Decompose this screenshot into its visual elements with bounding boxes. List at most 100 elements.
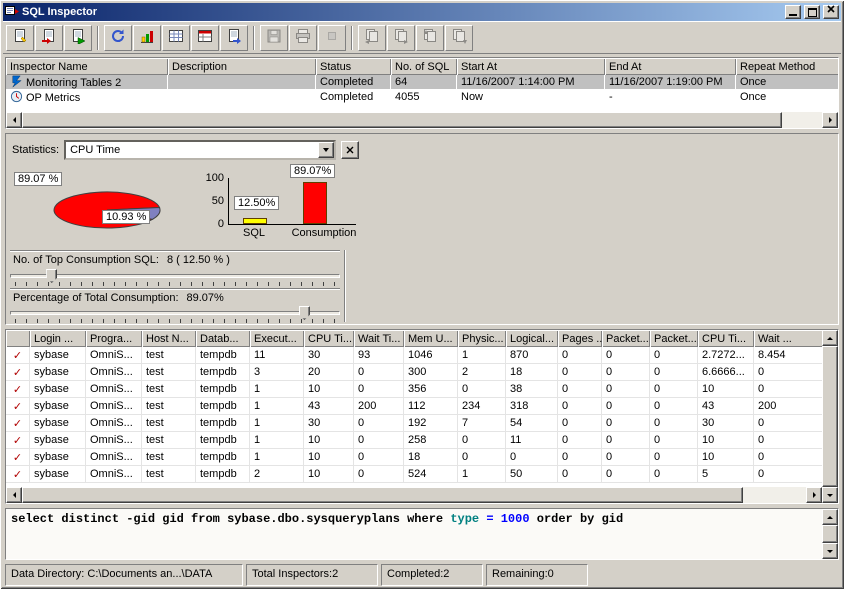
sql-text[interactable]: select distinct -gid gid from sybase.dbo…: [6, 509, 822, 559]
grid-hscrollbar[interactable]: [6, 487, 822, 503]
grid-hscrollbar-thumb[interactable]: [22, 487, 743, 503]
grid-column-0[interactable]: [6, 330, 30, 347]
minimize-button[interactable]: [785, 5, 801, 19]
grid-vscrollbar[interactable]: [822, 330, 838, 503]
inspector-column-1[interactable]: Description: [168, 58, 316, 75]
grid-column-8[interactable]: Mem U...: [404, 330, 458, 347]
grid-row[interactable]: ✓sybaseOmniS...testtempdb130019275400030…: [6, 415, 822, 432]
grid-vscrollbar-thumb[interactable]: [822, 346, 838, 487]
right-arrow-icon: [813, 492, 819, 498]
inspector-column-3[interactable]: No. of SQL: [391, 58, 457, 75]
sql-vscrollbar-down-button[interactable]: [822, 543, 838, 559]
grid-column-1[interactable]: Login ...: [30, 330, 86, 347]
grid-view-button[interactable]: [162, 25, 190, 51]
inspector-hscrollbar-left-button[interactable]: [6, 112, 22, 128]
inspector-column-5[interactable]: End At: [605, 58, 736, 75]
run-inspector-button[interactable]: [64, 25, 92, 51]
consumption-slider[interactable]: [10, 305, 340, 325]
grid-hscrollbar-left-button[interactable]: [6, 487, 22, 503]
slider-thumb[interactable]: [299, 306, 310, 320]
grid-hscrollbar-track[interactable]: [22, 487, 806, 503]
sql-vscrollbar-up-button[interactable]: [822, 509, 838, 525]
slider-groove[interactable]: [10, 274, 340, 278]
slider-thumb[interactable]: [46, 269, 57, 283]
grid-column-7[interactable]: Wait Ti...: [354, 330, 404, 347]
inspector-hscrollbar-thumb[interactable]: [22, 112, 782, 128]
doc-new-icon: [12, 28, 28, 47]
grid-vscrollbar-track[interactable]: [822, 346, 838, 487]
top-sql-slider[interactable]: [10, 268, 340, 288]
top-sql-label: No. of Top Consumption SQL:8 ( 12.50 % ): [13, 254, 230, 266]
grid-column-9[interactable]: Physic...: [458, 330, 506, 347]
grid-row[interactable]: ✓sybaseOmniS...testtempdb32003002180006.…: [6, 364, 822, 381]
stop-button[interactable]: [318, 25, 346, 51]
red-check-icon[interactable]: ✓: [6, 466, 30, 483]
inspector-column-2[interactable]: Status: [316, 58, 391, 75]
grid-column-13[interactable]: Packet...: [650, 330, 698, 347]
create-inspector-button[interactable]: [6, 25, 34, 51]
slider-groove[interactable]: [10, 311, 340, 315]
grid-vscrollbar-down-button[interactable]: [822, 487, 838, 503]
sql-result-grid: Login ...Progra...Host N...Datab...Execu…: [5, 329, 839, 504]
refresh-button[interactable]: [104, 25, 132, 51]
grid-row[interactable]: ✓sybaseOmniS...testtempdb210052415000050: [6, 466, 822, 483]
grid-hscrollbar-right-button[interactable]: [806, 487, 822, 503]
grid-column-6[interactable]: CPU Ti...: [304, 330, 354, 347]
red-check-icon[interactable]: ✓: [6, 347, 30, 364]
copy-back-button[interactable]: [358, 25, 386, 51]
red-check-icon[interactable]: ✓: [6, 449, 30, 466]
report-view-button[interactable]: [191, 25, 219, 51]
statistics-button[interactable]: [133, 25, 161, 51]
close-button[interactable]: [823, 5, 839, 19]
red-check-icon[interactable]: ✓: [6, 432, 30, 449]
stop-icon: [324, 28, 340, 47]
sql-vscrollbar-thumb[interactable]: [822, 525, 838, 543]
sql-vscrollbar[interactable]: [822, 509, 838, 559]
report-icon: [197, 28, 213, 47]
grid-column-12[interactable]: Packet...: [602, 330, 650, 347]
grid-column-3[interactable]: Host N...: [142, 330, 196, 347]
inspector-hscrollbar-right-button[interactable]: [822, 112, 838, 128]
grid-vscrollbar-up-button[interactable]: [822, 330, 838, 346]
move-down-button[interactable]: [445, 25, 473, 51]
open-inspector-button[interactable]: [35, 25, 63, 51]
inspector-column-4[interactable]: Start At: [457, 58, 605, 75]
inspector-column-0[interactable]: Inspector Name: [6, 58, 168, 75]
inspector-row[interactable]: OP MetricsCompleted4055Now-Once: [6, 90, 838, 105]
statistics-label: Statistics:: [12, 144, 59, 156]
copy-forward-button[interactable]: [387, 25, 415, 51]
grid-column-5[interactable]: Execut...: [250, 330, 304, 347]
move-up-button[interactable]: [416, 25, 444, 51]
print-button[interactable]: [289, 25, 317, 51]
grid-column-2[interactable]: Progra...: [86, 330, 142, 347]
inspector-hscrollbar-track[interactable]: [22, 112, 822, 128]
grid-row[interactable]: ✓sybaseOmniS...testtempdb110035603800010…: [6, 381, 822, 398]
export-button[interactable]: [220, 25, 248, 51]
minimize-icon: [789, 14, 797, 16]
inspector-hscrollbar[interactable]: [6, 112, 838, 128]
maximize-button[interactable]: [804, 5, 820, 19]
grid-column-14[interactable]: CPU Ti...: [698, 330, 754, 347]
inspector-row[interactable]: Monitoring Tables 2Completed6411/16/2007…: [6, 75, 838, 90]
grid-row[interactable]: ✓sybaseOmniS...testtempdb11001800000100: [6, 449, 822, 466]
red-check-icon[interactable]: ✓: [6, 415, 30, 432]
grid-row[interactable]: ✓sybaseOmniS...testtempdb143200112234318…: [6, 398, 822, 415]
grid-column-4[interactable]: Datab...: [196, 330, 250, 347]
grid-column-10[interactable]: Logical...: [506, 330, 558, 347]
red-check-icon[interactable]: ✓: [6, 364, 30, 381]
close-statistics-button[interactable]: [341, 141, 359, 159]
grid-row[interactable]: ✓sybaseOmniS...testtempdb110025801100010…: [6, 432, 822, 449]
statistics-select[interactable]: CPU Time: [64, 140, 336, 160]
grid-row[interactable]: ✓sybaseOmniS...testtempdb113093104618700…: [6, 347, 822, 364]
inspector-column-6[interactable]: Repeat Method: [736, 58, 838, 75]
toolbar: [3, 21, 841, 54]
grid-column-15[interactable]: Wait ...: [754, 330, 822, 347]
red-check-icon[interactable]: ✓: [6, 398, 30, 415]
grid-column-11[interactable]: Pages ...: [558, 330, 602, 347]
statistics-dropdown-button[interactable]: [318, 142, 334, 158]
sql-vscrollbar-track[interactable]: [822, 525, 838, 543]
save-button[interactable]: [260, 25, 288, 51]
red-check-icon[interactable]: ✓: [6, 381, 30, 398]
sheets-up-icon: [422, 28, 438, 47]
sheets-down-icon: [451, 28, 467, 47]
